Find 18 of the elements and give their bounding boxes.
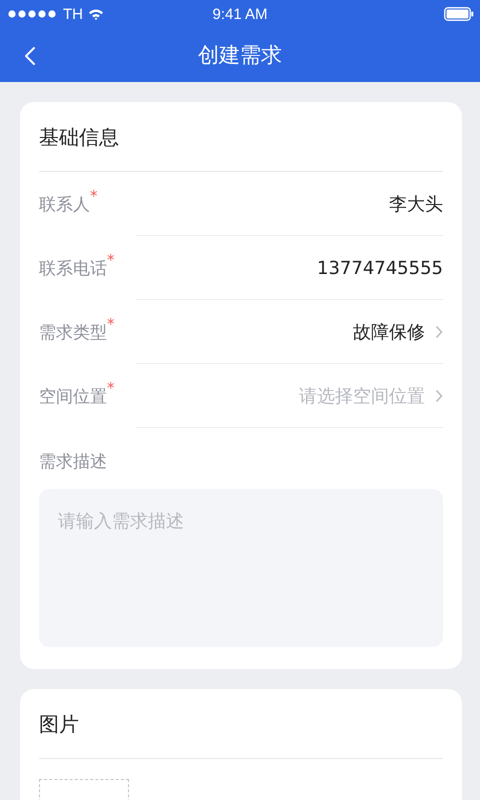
select-field[interactable]: 故障保修 — [353, 320, 443, 344]
description-field[interactable]: 请输入需求描述 — [39, 489, 443, 647]
section-title: 图片 — [39, 711, 80, 738]
text-field[interactable]: 李大头 — [389, 192, 443, 216]
status-time: 9:41 AM — [212, 6, 268, 22]
field-placeholder: 请选择空间位置 — [299, 385, 425, 408]
wifi-icon — [88, 8, 104, 20]
section-title: 基础信息 — [39, 124, 120, 151]
field-value: 故障保修 — [353, 321, 425, 344]
back-icon — [24, 46, 36, 66]
chevron-right-icon — [435, 389, 443, 403]
carrier-text: TH — [63, 6, 83, 22]
signal-icon — [8, 10, 58, 18]
text-field[interactable]: 13774745555 — [317, 258, 443, 278]
field-label: 需求描述 — [39, 451, 108, 474]
page-title: 创建需求 — [198, 42, 282, 69]
battery-icon — [444, 7, 474, 21]
chevron-right-icon — [435, 325, 443, 339]
